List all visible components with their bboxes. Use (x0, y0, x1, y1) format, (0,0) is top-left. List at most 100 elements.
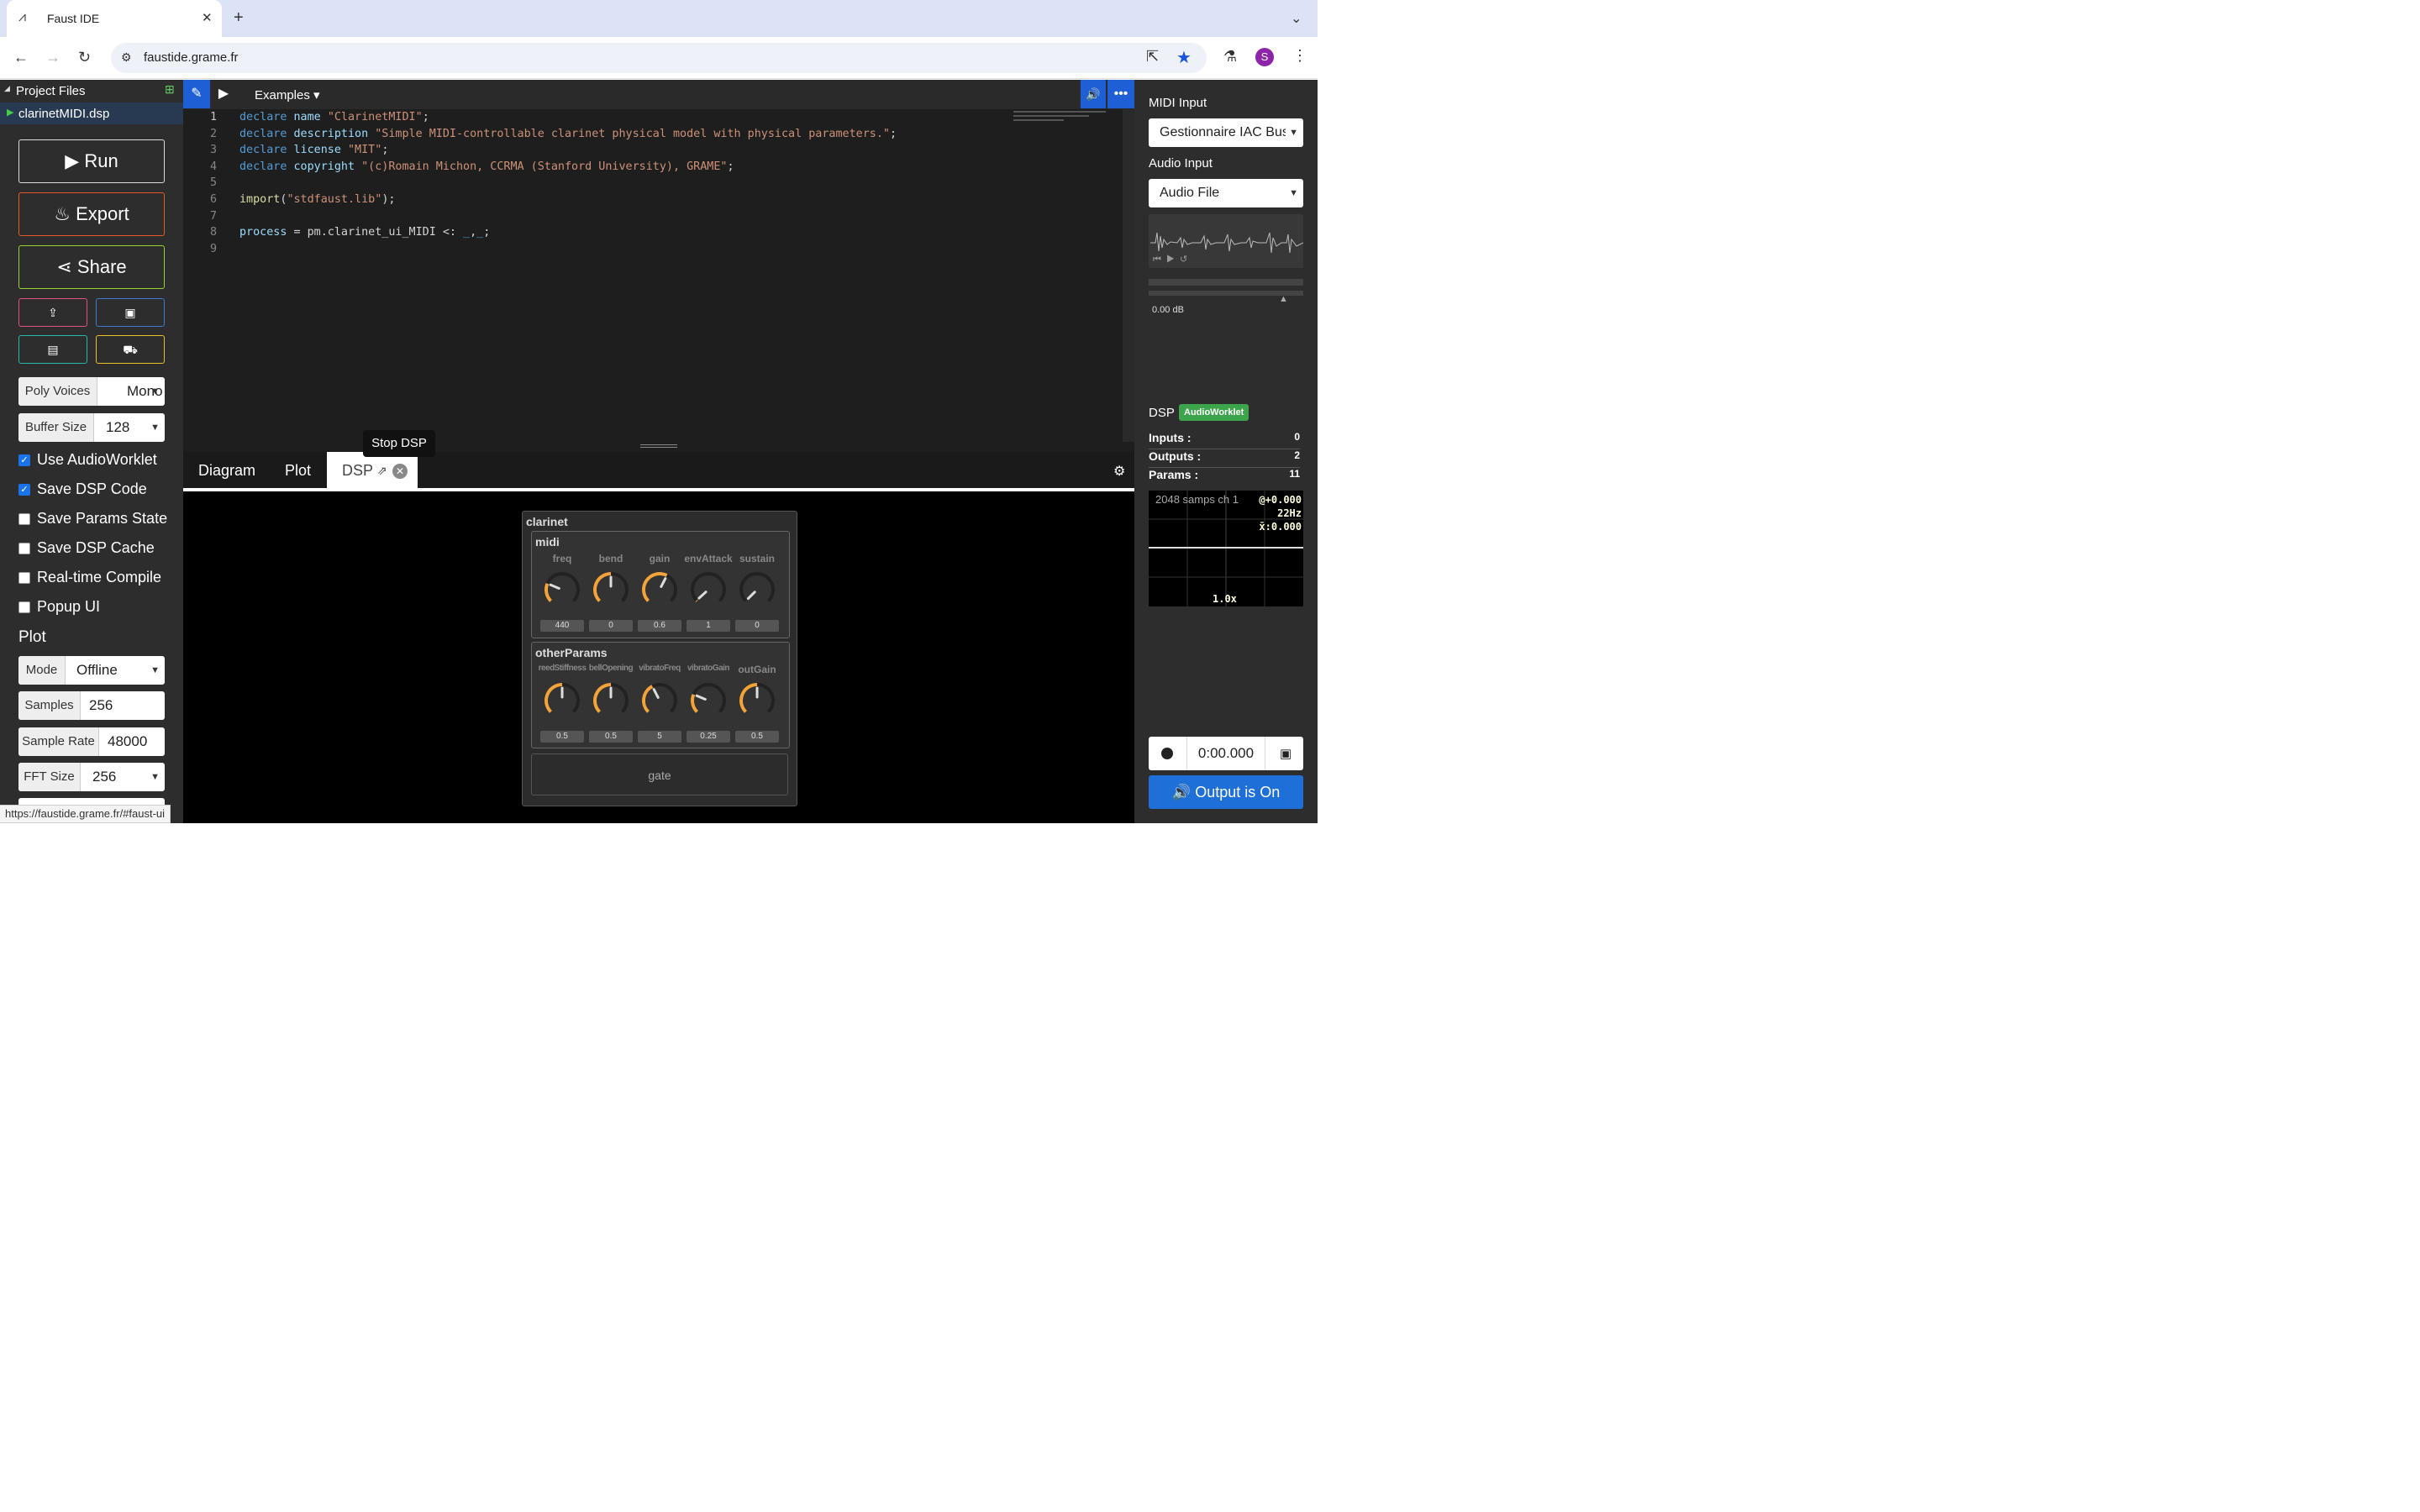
gain-slider-handle-icon[interactable]: ▲ (1279, 294, 1288, 304)
knob-outGain[interactable]: outGain 0.5 (733, 664, 781, 748)
editor-scrollbar[interactable] (1123, 109, 1134, 442)
samples-value[interactable]: 256 (89, 691, 113, 720)
knob-dial-icon[interactable] (688, 564, 729, 615)
popout-icon[interactable]: ⇗ (377, 464, 387, 478)
browser-tab[interactable]: ⩘ Faust IDE ✕ (7, 0, 222, 37)
new-file-icon[interactable]: ⊞ (165, 82, 175, 97)
audio-input-select[interactable]: Audio File ▼ (1149, 179, 1303, 207)
reload-icon[interactable]: ↻ (78, 49, 91, 66)
knob-dial-icon[interactable] (542, 564, 582, 615)
url-text[interactable]: faustide.grame.fr (144, 50, 239, 65)
option-checkbox[interactable]: Save DSP Cache (18, 539, 178, 559)
fft-size-value[interactable]: 256 (92, 763, 116, 791)
stop-dsp-close-icon[interactable]: ✕ (392, 464, 408, 479)
knob-value[interactable]: 1 (687, 620, 730, 632)
buffer-size-select[interactable]: Buffer Size 128 ▼ (18, 413, 165, 442)
play-icon[interactable]: ▶ (1166, 255, 1175, 265)
checkbox-checked-icon[interactable]: ✓ (18, 454, 30, 466)
code-minimap[interactable] (1013, 109, 1121, 126)
output-toggle-button[interactable]: 🔊 Output is On (1149, 775, 1303, 809)
tab-search-chevron-icon[interactable]: ⌄ (1291, 10, 1302, 27)
run-button[interactable]: ▶ Run (18, 139, 165, 183)
option-checkbox[interactable]: ✓ Save DSP Code (18, 480, 178, 501)
knob-dial-icon[interactable] (737, 564, 777, 615)
collapse-triangle-icon[interactable]: ◢ (4, 84, 10, 93)
knob-bellOpening[interactable]: bellOpening 0.5 (587, 664, 635, 748)
loop-icon[interactable]: ↺ (1180, 255, 1187, 265)
deploy-button[interactable]: ⛟ (96, 335, 165, 364)
plot-mode-value[interactable]: Offline (76, 656, 118, 685)
sample-rate-input[interactable]: Sample Rate 48000 (18, 727, 165, 756)
samples-input[interactable]: Samples 256 (18, 691, 165, 720)
knob-sustain[interactable]: sustain 0 (733, 553, 781, 637)
checkbox-checked-icon[interactable]: ✓ (18, 484, 30, 496)
open-external-icon[interactable]: ⇱ (1146, 48, 1159, 66)
poly-voices-select[interactable]: Poly Voices Mono ▼ (18, 377, 165, 406)
code-line[interactable]: process = pm.clarinet_ui_MIDI <: _,_; (239, 226, 490, 239)
gate-button[interactable]: gate (531, 753, 788, 795)
code-line[interactable]: declare name "ClarinetMIDI"; (239, 111, 429, 123)
knob-dial-icon[interactable] (688, 675, 729, 726)
knob-dial-icon[interactable] (542, 675, 582, 726)
labs-flask-icon[interactable]: ⚗ (1223, 48, 1237, 66)
address-bar[interactable]: ⚙ faustide.grame.fr ⇱ ★ (111, 43, 1207, 73)
back-icon[interactable]: ← (13, 49, 29, 66)
knob-vibratoGain[interactable]: vibratoGain 0.25 (684, 664, 733, 748)
save-recording-icon[interactable]: ▣ (1280, 746, 1292, 761)
tab-diagram[interactable]: Diagram (198, 462, 255, 480)
knob-value[interactable]: 0.5 (735, 731, 779, 743)
checkbox-unchecked-icon[interactable] (18, 513, 30, 525)
project-files-header[interactable]: ◢ Project Files ⊞ (0, 80, 183, 102)
code-line[interactable]: declare copyright "(c)Romain Michon, CCR… (239, 160, 734, 173)
tab-plot[interactable]: Plot (285, 462, 311, 480)
plot-mode-select[interactable]: Mode Offline ▼ (18, 656, 165, 685)
examples-menu[interactable]: Examples ▾ (255, 87, 320, 102)
export-button[interactable]: ♨ Export (18, 192, 165, 236)
wrench-icon[interactable]: ✎ (183, 80, 210, 108)
more-options-icon[interactable]: ••• (1107, 80, 1134, 108)
knob-value[interactable]: 0.25 (687, 731, 730, 743)
knob-value[interactable]: 440 (540, 620, 584, 632)
record-icon[interactable] (1161, 748, 1173, 759)
option-checkbox[interactable]: Real-time Compile (18, 569, 178, 589)
code-editor[interactable]: 1 2 3 4 5 6 7 8 9 declare name "ClarinetMIDI"; d… (183, 109, 1134, 442)
knob-value[interactable]: 0.5 (540, 731, 584, 743)
knob-freq[interactable]: freq 440 (538, 553, 587, 637)
volume-icon[interactable]: 🔊 (1081, 80, 1106, 108)
browser-menu-icon[interactable]: ⋮ (1292, 47, 1307, 65)
code-line[interactable]: declare description "Simple MIDI-control… (239, 128, 897, 140)
knob-reedStiffness[interactable]: reedStiffness 0.5 (538, 664, 587, 748)
knob-gain[interactable]: gain 0.6 (635, 553, 684, 637)
code-line[interactable]: declare license "MIT"; (239, 144, 388, 156)
knob-value[interactable]: 5 (638, 731, 681, 743)
knob-value[interactable]: 0 (735, 620, 779, 632)
site-settings-icon[interactable]: ⚙ (121, 50, 132, 65)
option-checkbox[interactable]: Popup UI (18, 598, 178, 618)
forward-icon[interactable]: → (45, 49, 60, 66)
save-button[interactable]: ▣ (96, 298, 165, 327)
checkbox-unchecked-icon[interactable] (18, 543, 30, 554)
buffer-size-value[interactable]: 128 (106, 413, 129, 442)
fft-size-select[interactable]: FFT Size 256 ▼ (18, 763, 165, 791)
option-checkbox[interactable]: ✓ Use AudioWorklet (18, 451, 178, 471)
checkbox-unchecked-icon[interactable] (18, 601, 30, 613)
knob-dial-icon[interactable] (591, 564, 631, 615)
share-button[interactable]: ⋖ Share (18, 245, 165, 289)
tab-close-icon[interactable]: ✕ (202, 10, 213, 25)
docs-button[interactable]: ▤ (18, 335, 87, 364)
sample-rate-value[interactable]: 48000 (108, 727, 161, 756)
file-item[interactable]: ▶ clarinetMIDI.dsp (0, 102, 183, 124)
knob-bend[interactable]: bend 0 (587, 553, 635, 637)
tab-dsp[interactable]: DSP ⇗ ✕ (327, 452, 418, 490)
midi-input-select[interactable]: Gestionnaire IAC Bus ▼ (1149, 118, 1303, 147)
bookmark-star-icon[interactable]: ★ (1176, 47, 1192, 68)
editor-run-icon[interactable]: ▶ (212, 80, 235, 108)
knob-dial-icon[interactable] (639, 564, 680, 615)
panel-resize-handle[interactable] (183, 442, 1134, 452)
knob-value[interactable]: 0.5 (589, 731, 633, 743)
option-checkbox[interactable]: Save Params State (18, 510, 178, 530)
knob-dial-icon[interactable] (639, 675, 680, 726)
knob-vibratoFreq[interactable]: vibratoFreq 5 (635, 664, 684, 748)
knob-value[interactable]: 0 (589, 620, 633, 632)
skip-back-icon[interactable]: ⏮ (1153, 255, 1161, 265)
